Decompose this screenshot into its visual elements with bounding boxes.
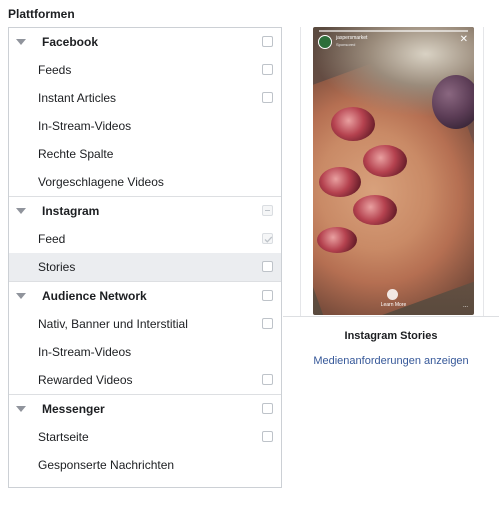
checkbox-stories[interactable] [262,261,273,272]
item-label: Feeds [38,63,72,77]
chevron-down-icon[interactable] [16,39,26,45]
platform-item-instagram-feed[interactable]: Feed [9,225,281,253]
close-icon[interactable]: ✕ [460,34,468,45]
story-preview-image: jaspersmarket Sponsored ✕ Learn More ... [313,27,474,315]
group-header-audience-network[interactable]: Audience Network [9,282,281,310]
item-label: Vorgeschlagene Videos [38,175,164,189]
whole-fig [432,75,474,129]
item-label: Instant Articles [38,91,117,105]
platform-item-right-column[interactable]: Rechte Spalte [9,140,281,168]
group-facebook: Facebook Feeds Instant Articles In-Strea… [9,28,281,197]
chevron-down-icon[interactable] [16,208,26,214]
dash-icon [265,210,270,211]
checkbox-facebook[interactable] [262,36,273,47]
checkbox-instant-articles[interactable] [262,92,273,103]
preview-title: Instagram Stories [344,330,438,342]
group-audience-network: Audience Network Nativ, Banner und Inter… [9,282,281,395]
fig-slice [319,167,361,197]
platform-item-home[interactable]: Startseite [9,423,281,451]
checkbox-messenger[interactable] [262,403,273,414]
platform-item-in-stream-videos[interactable]: In-Stream-Videos [9,112,281,140]
group-messenger: Messenger Startseite Gesponserte Nachric… [9,395,281,479]
checkbox-native-banner[interactable] [262,318,273,329]
story-preview-frame: jaspersmarket Sponsored ✕ Learn More ... [300,27,484,316]
item-label: Rechte Spalte [38,147,114,161]
item-label: Nativ, Banner und Interstitial [38,317,188,331]
group-header-instagram[interactable]: Instagram [9,197,281,225]
story-username: jaspersmarket [336,35,368,41]
learn-more-cta[interactable]: Learn More [313,302,474,308]
story-sponsored-label: Sponsored [336,42,356,47]
story-progress-bar [319,30,468,32]
avatar [318,35,332,49]
check-icon [264,236,273,243]
group-label: Instagram [42,204,100,218]
platform-item-instant-articles[interactable]: Instant Articles [9,84,281,112]
platform-item-suggested-videos[interactable]: Vorgeschlagene Videos [9,168,281,196]
fig-slice [353,195,397,225]
item-label: Rewarded Videos [38,373,133,387]
chevron-up-icon [387,289,398,300]
checkbox-instagram-feed[interactable] [262,233,273,244]
group-label: Facebook [42,35,99,49]
fig-slice [363,145,407,177]
checkbox-instagram-partial[interactable] [262,205,273,216]
divider [283,316,499,317]
item-label: In-Stream-Videos [38,119,132,133]
checkbox-home[interactable] [262,431,273,442]
item-label: Gesponserte Nachrichten [38,458,175,472]
group-header-facebook[interactable]: Facebook [9,28,281,56]
item-label: In-Stream-Videos [38,345,132,359]
chevron-down-icon[interactable] [16,293,26,299]
section-title: Plattformen [8,7,75,21]
item-label: Startseite [38,430,89,444]
platform-item-stories[interactable]: Stories [9,253,281,281]
item-label: Stories [38,260,76,274]
checkbox-audience-network[interactable] [262,290,273,301]
platform-item-an-in-stream-videos[interactable]: In-Stream-Videos [9,338,281,366]
group-header-messenger[interactable]: Messenger [9,395,281,423]
item-label: Feed [38,232,66,246]
more-icon[interactable]: ... [463,303,468,309]
platform-item-rewarded-videos[interactable]: Rewarded Videos [9,366,281,394]
platform-item-native-banner[interactable]: Nativ, Banner und Interstitial [9,310,281,338]
chevron-down-icon[interactable] [16,406,26,412]
platforms-panel: Facebook Feeds Instant Articles In-Strea… [8,27,282,488]
platform-item-sponsored-messages[interactable]: Gesponserte Nachrichten [9,451,281,479]
fig-slice [317,227,357,253]
checkbox-rewarded-videos[interactable] [262,374,273,385]
group-label: Audience Network [42,289,147,303]
media-requirements-link[interactable]: Medienanforderungen anzeigen [283,355,499,367]
platform-item-feeds[interactable]: Feeds [9,56,281,84]
checkbox-feeds[interactable] [262,64,273,75]
group-instagram: Instagram Feed Stories [9,197,281,282]
group-label: Messenger [42,402,105,416]
